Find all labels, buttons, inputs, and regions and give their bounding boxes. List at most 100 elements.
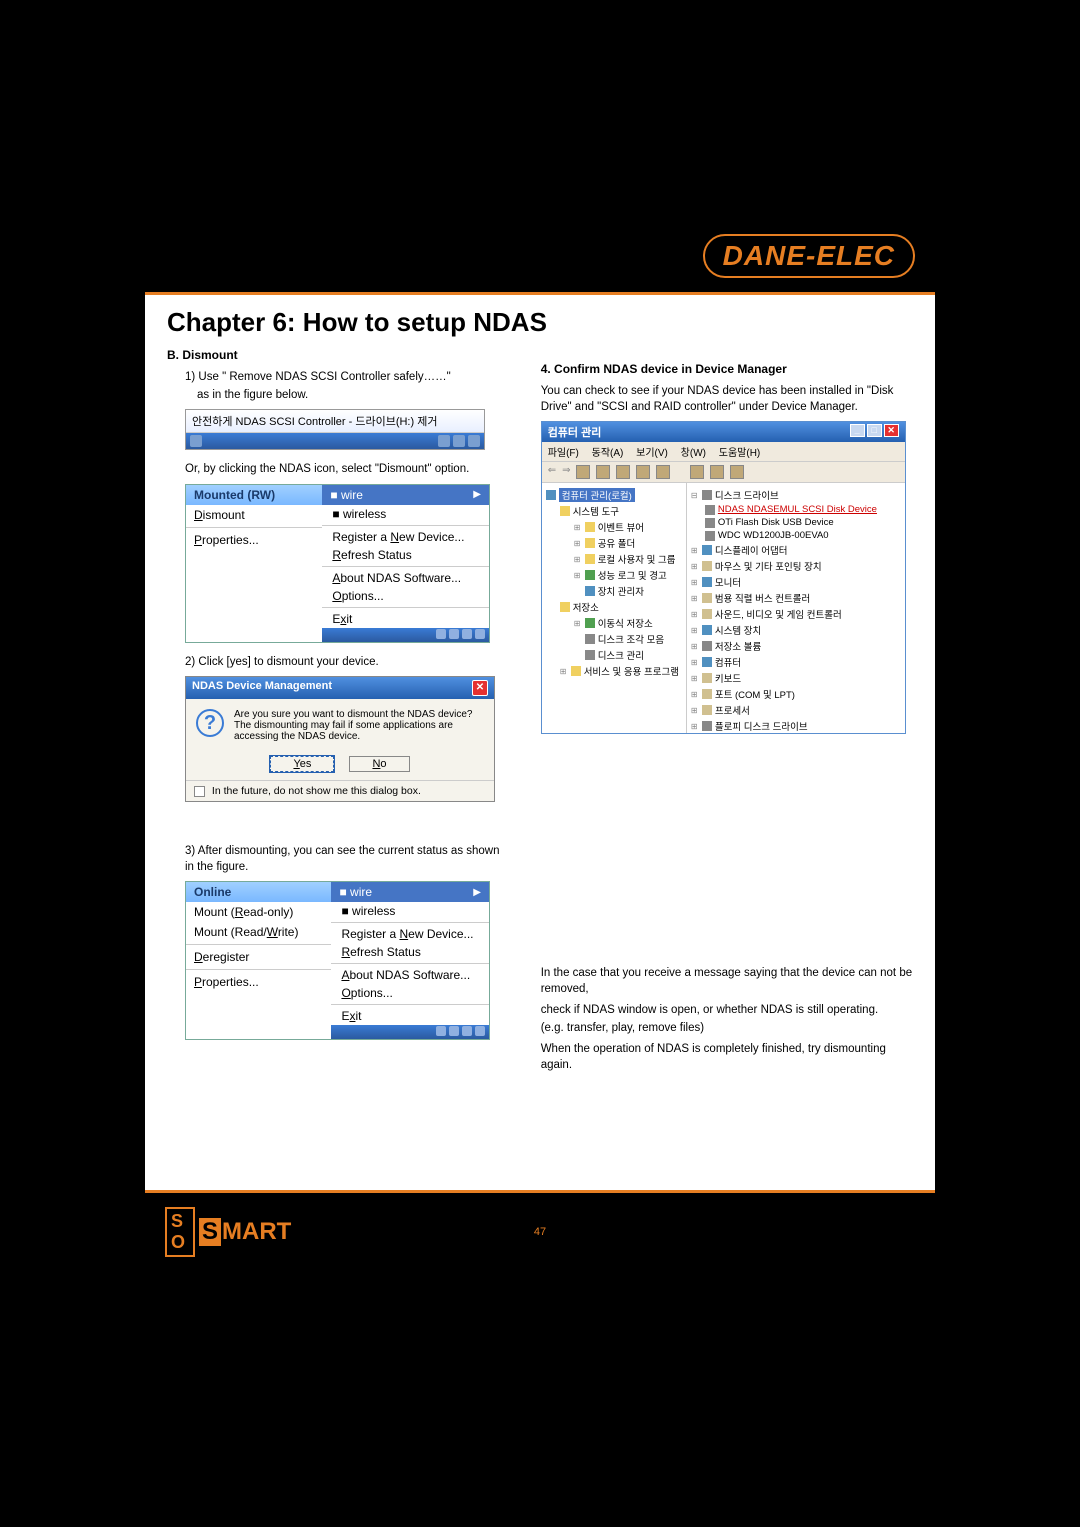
tree-item[interactable]: ⊞마우스 및 기타 포인팅 장치 [691, 558, 901, 574]
toolbar-icon[interactable] [596, 465, 610, 479]
tree-item[interactable]: ⊞디스플레이 어댑터 [691, 542, 901, 558]
column-right: 4. Confirm NDAS device in Device Manager… [541, 348, 913, 1079]
logo-text: DANE-ELEC [723, 240, 895, 272]
document-page: DANE-ELEC Chapter 6: How to setup NDAS B… [145, 220, 935, 1270]
tree-item[interactable]: OTi Flash Disk USB Device [691, 516, 901, 529]
tree-item[interactable]: ⊟디스크 드라이브 [691, 487, 901, 503]
or-text: Or, by clicking the NDAS icon, select "D… [167, 462, 511, 478]
toolbar-icon[interactable] [656, 465, 670, 479]
tree-item[interactable]: ⊞공유 폴더 [546, 535, 682, 551]
tree-item[interactable]: ⊞시스템 장치 [691, 622, 901, 638]
menu-item-wire[interactable]: ■ wire▶ [331, 882, 489, 902]
tree-item[interactable]: 디스크 관리 [546, 647, 682, 663]
toolbar-icon[interactable] [730, 465, 744, 479]
question-icon: ? [196, 709, 224, 737]
step1-text: 1) Use " Remove NDAS SCSI Controller saf… [167, 370, 511, 386]
toolbar-icon[interactable] [616, 465, 630, 479]
dm-tree-right: ⊟디스크 드라이브 NDAS NDASEMUL SCSI Disk Device… [687, 483, 905, 733]
dm-menubar: 파일(F) 동작(A) 보기(V) 창(W) 도움말(H) [542, 442, 905, 462]
tree-item[interactable]: ⊞포트 (COM 및 LPT) [691, 686, 901, 702]
menu-right-panel: ■ wire▶ ■ wireless Register a New Device… [322, 485, 489, 642]
tree-item[interactable]: ⊞사운드, 비디오 및 게임 컨트롤러 [691, 606, 901, 622]
tree-item[interactable]: ⊞범용 직렬 버스 컨트롤러 [691, 590, 901, 606]
toolbar-icon[interactable] [576, 465, 590, 479]
dialog-footer: In the future, do not show me this dialo… [186, 780, 494, 801]
tree-item[interactable]: ⊞저장소 볼륨 [691, 638, 901, 654]
header-bar: DANE-ELEC [145, 220, 935, 295]
tree-item[interactable]: 장치 관리자 [546, 583, 682, 599]
context-menu-mounted: Mounted (RW) Dismount Properties... ■ wi… [185, 484, 490, 643]
close-button[interactable]: ✕ [884, 424, 899, 437]
menu-item-exit[interactable]: Exit [322, 610, 489, 628]
checkbox-dont-show[interactable] [194, 786, 205, 797]
menu-item-refresh[interactable]: Refresh Status [331, 943, 489, 961]
context-menu-online: Online Mount (Read-only) Mount (Read/Wri… [185, 881, 490, 1040]
menu-item-properties[interactable]: Properties... [186, 972, 331, 992]
menu-item-properties[interactable]: Properties... [186, 530, 322, 550]
tree-item[interactable]: ⊞이동식 저장소 [546, 615, 682, 631]
tree-item[interactable]: ⊞성능 로그 및 경고 [546, 567, 682, 583]
menu-right-panel: ■ wire▶ ■ wireless Register a New Device… [331, 882, 489, 1039]
toolbar-icon[interactable] [636, 465, 650, 479]
tree-item[interactable]: NDAS NDASEMUL SCSI Disk Device [691, 503, 901, 516]
menu-item-dismount[interactable]: Dismount [186, 505, 322, 525]
menu-help[interactable]: 도움말(H) [719, 448, 760, 459]
content-area: Chapter 6: How to setup NDAS B. Dismount… [145, 295, 935, 1091]
tree-item[interactable]: ⊞플로피 디스크 드라이브 [691, 718, 901, 733]
menu-item-mount-rw[interactable]: Mount (Read/Write) [186, 922, 331, 942]
tree-item[interactable]: ⊞키보드 [691, 670, 901, 686]
dm-title-text: 컴퓨터 관리 [548, 424, 602, 440]
tree-item[interactable]: ⊞이벤트 뷰어 [546, 519, 682, 535]
section-4-title: 4. Confirm NDAS device in Device Manager [541, 362, 913, 376]
menu-view[interactable]: 보기(V) [636, 448, 668, 459]
note-l3: (e.g. transfer, play, remove files) [541, 1021, 913, 1037]
menu-item-about[interactable]: About NDAS Software... [322, 569, 489, 587]
menu-item-exit[interactable]: Exit [331, 1007, 489, 1025]
menu-item-wire[interactable]: ■ wire▶ [322, 485, 489, 505]
tree-item[interactable]: 시스템 도구 [546, 503, 682, 519]
dismount-dialog: NDAS Device Management ✕ ? Are you sure … [185, 676, 495, 802]
yes-button[interactable]: Yes [270, 756, 334, 772]
maximize-button[interactable]: □ [867, 424, 882, 437]
menu-action[interactable]: 동작(A) [592, 448, 624, 459]
menu-item-options[interactable]: Options... [331, 984, 489, 1002]
tree-item[interactable]: 저장소 [546, 599, 682, 615]
dm-titlebar: 컴퓨터 관리 _ □ ✕ [542, 422, 905, 442]
step3-text: 3) After dismounting, you can see the cu… [167, 844, 511, 875]
tree-item[interactable]: ⊞로컬 사용자 및 그룹 [546, 551, 682, 567]
toolbar-icon[interactable] [690, 465, 704, 479]
tree-item[interactable]: 디스크 조각 모음 [546, 631, 682, 647]
tree-item[interactable]: ⊞모니터 [691, 574, 901, 590]
menu-item-wireless[interactable]: ■ wireless [331, 902, 489, 920]
menu-left-panel: Online Mount (Read-only) Mount (Read/Wri… [186, 882, 331, 1039]
menu-header-mounted: Mounted (RW) [186, 485, 322, 505]
menu-item-register[interactable]: Register a New Device... [322, 528, 489, 546]
tree-item[interactable]: ⊞프로세서 [691, 702, 901, 718]
tree-item[interactable]: ⊞서비스 및 응용 프로그램 [546, 663, 682, 679]
menu-item-wireless[interactable]: ■ wireless [322, 505, 489, 523]
note-l4: When the operation of NDAS is completely… [541, 1042, 913, 1073]
tray-icon [475, 1026, 485, 1036]
device-manager-window: 컴퓨터 관리 _ □ ✕ 파일(F) 동작(A) 보기(V) 창(W) 도움말(… [541, 421, 906, 734]
tree-item[interactable]: ⊞컴퓨터 [691, 654, 901, 670]
tree-item[interactable]: 컴퓨터 관리(로컬) [546, 487, 682, 503]
minimize-button[interactable]: _ [850, 424, 865, 437]
dm-body: 컴퓨터 관리(로컬) 시스템 도구 ⊞이벤트 뷰어 ⊞공유 폴더 ⊞로컬 사용자… [542, 483, 905, 733]
so-smart-logo: S O S MART [165, 1207, 291, 1257]
footer-bar: S O S MART 47 [145, 1190, 935, 1270]
tray-icon [453, 435, 465, 447]
tree-item[interactable]: WDC WD1200JB-00EVA0 [691, 529, 901, 542]
close-button[interactable]: ✕ [472, 680, 488, 696]
menu-item-register[interactable]: Register a New Device... [331, 925, 489, 943]
taskbar [186, 433, 484, 449]
menu-item-options[interactable]: Options... [322, 587, 489, 605]
toolbar-icon[interactable] [710, 465, 724, 479]
menu-item-mount-ro[interactable]: Mount (Read-only) [186, 902, 331, 922]
menu-item-refresh[interactable]: Refresh Status [322, 546, 489, 564]
menu-item-about[interactable]: About NDAS Software... [331, 966, 489, 984]
menu-file[interactable]: 파일(F) [548, 448, 579, 459]
taskbar-screenshot: 안전하게 NDAS SCSI Controller - 드라이브(H:) 제거 [185, 409, 485, 450]
no-button[interactable]: No [349, 756, 409, 772]
menu-item-deregister[interactable]: Deregister [186, 947, 331, 967]
menu-window[interactable]: 창(W) [681, 448, 706, 459]
